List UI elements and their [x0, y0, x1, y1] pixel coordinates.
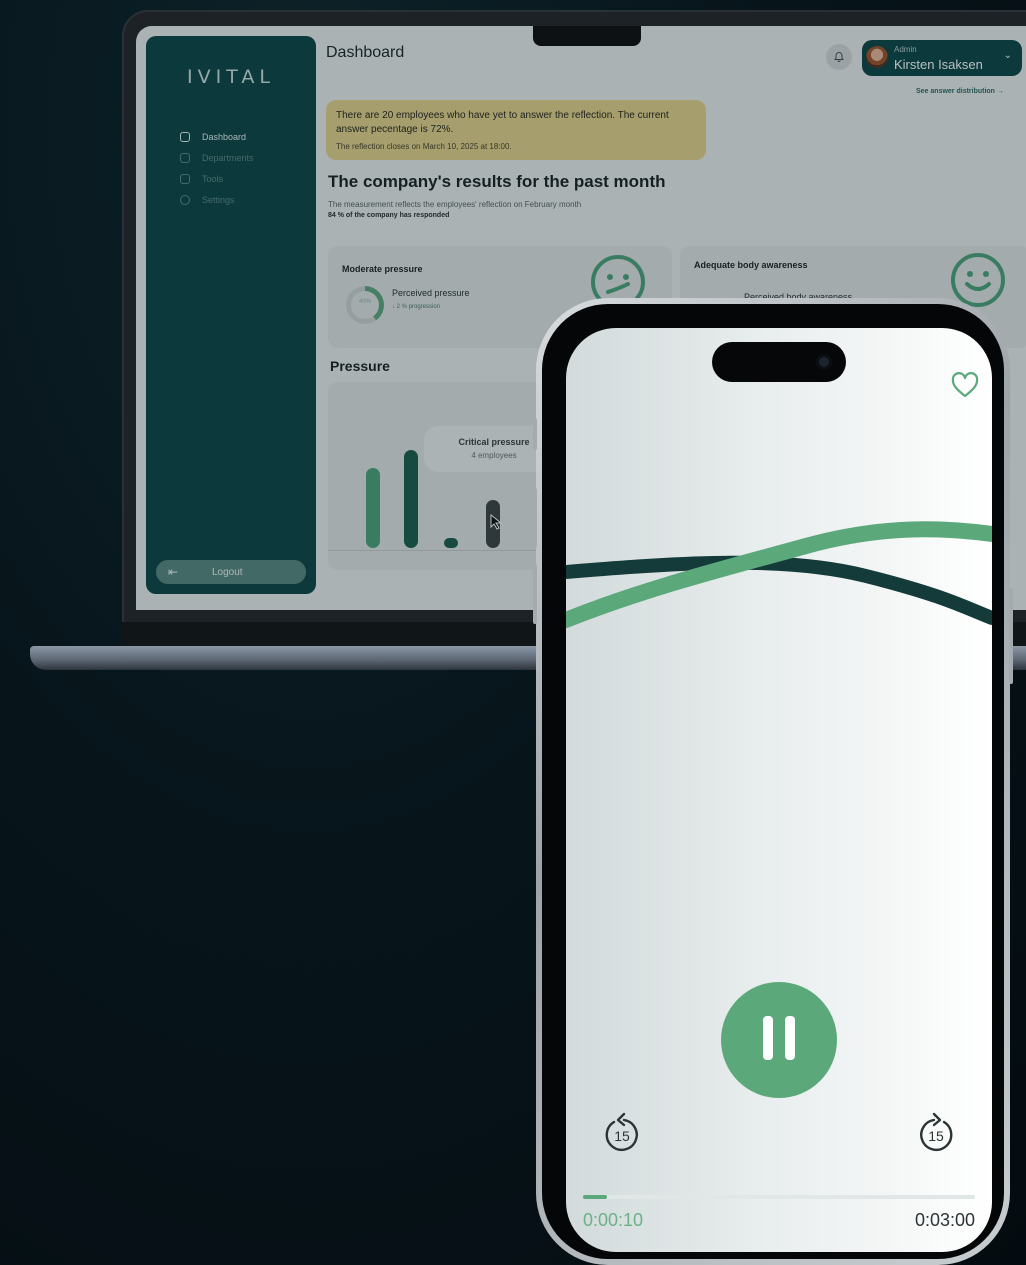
- logout-button[interactable]: ⇤ Logout: [156, 560, 306, 584]
- smile-face-icon: [951, 253, 1005, 307]
- laptop-notch: [533, 26, 641, 46]
- skip-back-label: 15: [614, 1128, 630, 1144]
- total-time: 0:03:00: [914, 1210, 975, 1230]
- tools-icon: [180, 174, 190, 184]
- phone-bezel: 15 15 0:00:10 0:03:00: [542, 304, 1004, 1259]
- metric-progression: ↓ 2 % progression: [392, 304, 441, 310]
- playback-progress-fill: [583, 1195, 607, 1199]
- phone-volume-up: [533, 488, 537, 548]
- pressure-section-title: Pressure: [330, 358, 390, 374]
- current-time: 0:00:10: [583, 1210, 644, 1230]
- sidebar-item-tools[interactable]: Tools: [180, 174, 223, 184]
- chart-bar[interactable]: [404, 450, 418, 548]
- notification-bell-icon[interactable]: [826, 44, 852, 70]
- pause-icon-bar: [785, 1016, 795, 1060]
- alert-text: There are 20 employees who have yet to a…: [336, 110, 669, 135]
- metric-name: Perceived pressure: [392, 288, 470, 298]
- dynamic-island: [712, 342, 846, 382]
- sidebar-item-label: Tools: [202, 174, 224, 184]
- playback-progress-bar[interactable]: [583, 1195, 975, 1199]
- sidebar-item-label: Dashboard: [202, 132, 247, 142]
- forward-15-icon: 15: [920, 1112, 953, 1152]
- departments-icon: [180, 153, 190, 163]
- phone-power-button: [1009, 588, 1013, 684]
- logo: IVITAL: [187, 66, 275, 88]
- sidebar: IVITAL Dashboard Departments Tools Setti…: [146, 36, 316, 594]
- sidebar-item-label: Settings: [202, 195, 235, 205]
- sidebar-item-dashboard[interactable]: Dashboard: [180, 132, 246, 142]
- results-subtitle: The measurement reflects the employees' …: [328, 200, 582, 209]
- avatar: [866, 46, 888, 68]
- response-rate-text: 84 % of the company has responded: [328, 212, 450, 219]
- home-icon: [180, 132, 190, 142]
- audio-player-screen: 15 15 0:00:10 0:03:00: [566, 328, 992, 1252]
- pause-icon-bar: [763, 1016, 773, 1060]
- phone-action-button: [533, 418, 537, 450]
- logout-icon: ⇤: [168, 565, 179, 579]
- user-name: Kirsten Isaksen: [894, 57, 983, 72]
- card-title: Adequate body awareness: [694, 260, 808, 270]
- skip-forward-label: 15: [928, 1128, 944, 1144]
- chart-baseline: [328, 550, 548, 551]
- phone-volume-down: [533, 564, 537, 624]
- user-role: Admin: [894, 45, 917, 54]
- logout-label: Logout: [212, 566, 243, 578]
- chevron-down-icon: ⌄: [1003, 50, 1012, 61]
- progress-ring: [346, 286, 384, 324]
- results-title: The company's results for the past month: [328, 172, 666, 191]
- see-answer-distribution-link[interactable]: See answer distribution →: [916, 88, 1004, 95]
- reflection-alert-banner: There are 20 employees who have yet to a…: [326, 100, 706, 160]
- chart-bar[interactable]: [366, 468, 380, 548]
- pause-button[interactable]: [721, 982, 837, 1098]
- sidebar-item-label: Departments: [202, 153, 254, 163]
- settings-icon: [180, 195, 190, 205]
- audio-waveform: [566, 521, 992, 628]
- page-title: Dashboard: [326, 44, 405, 61]
- rewind-15-icon: 15: [605, 1112, 638, 1152]
- ring-percent-label: 40%: [358, 299, 371, 305]
- card-title: Moderate pressure: [342, 264, 423, 274]
- skip-forward-15-button[interactable]: 15: [912, 1108, 960, 1156]
- camera-icon: [816, 354, 832, 370]
- alert-subtext: The reflection closes on March 10, 2025 …: [336, 142, 512, 151]
- heart-icon[interactable]: [950, 370, 980, 400]
- mouse-cursor-icon: [490, 514, 503, 530]
- phone-frame: 15 15 0:00:10 0:03:00: [533, 298, 1013, 1265]
- user-menu-button[interactable]: Admin Kirsten Isaksen ⌄: [862, 40, 1022, 76]
- skip-back-15-button[interactable]: 15: [598, 1108, 646, 1156]
- sidebar-item-departments[interactable]: Departments: [180, 153, 254, 163]
- chart-bar[interactable]: [444, 538, 458, 548]
- sidebar-item-settings[interactable]: Settings: [180, 195, 235, 205]
